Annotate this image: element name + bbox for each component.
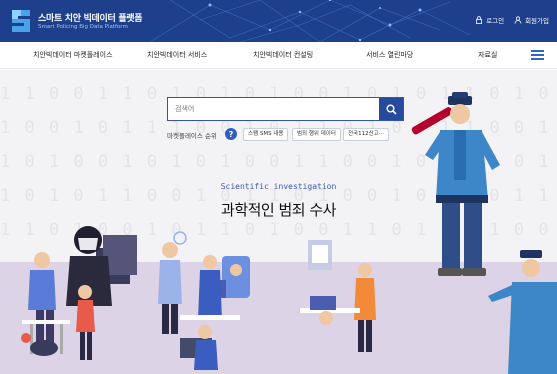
- hero-section: 1 1 0 0 1 1 0 1 0 1 0 1 0 0 1 0 1 0 1 1 …: [0, 70, 557, 374]
- nav-item-archive[interactable]: 자료실: [478, 50, 497, 60]
- ranking-chip[interactable]: 스팸 SMS 내용: [243, 128, 289, 141]
- nav-item-consulting[interactable]: 치안빅데이터 컨설팅: [253, 50, 313, 60]
- nav-item-open-forum[interactable]: 서비스 열린마당: [366, 50, 413, 60]
- login-link[interactable]: 로그인: [475, 15, 504, 25]
- search-button[interactable]: [379, 98, 403, 120]
- search-icon: [386, 104, 397, 115]
- platform-subtitle: Smart Policing Big Data Platform: [38, 24, 128, 30]
- header-actions: 로그인 회원가입: [475, 15, 549, 25]
- investigator-illustration-center: [180, 255, 250, 320]
- search-bar: [167, 97, 404, 121]
- ranking-chip[interactable]: 범죄 행위 데이터: [292, 128, 341, 141]
- hero-korean-title: 과학적인 범죄 수사: [221, 201, 336, 219]
- hero-english-title: Scientific investigation: [220, 182, 337, 191]
- main-navigation: 치안빅데이터 마켓플레이스 치안빅데이터 서비스 치안빅데이터 컨설팅 서비스 …: [0, 42, 557, 69]
- lock-icon: [476, 16, 483, 24]
- marketplace-ranking-label: 마켓플레이스 순위: [167, 132, 217, 140]
- hamburger-menu-icon[interactable]: [531, 50, 544, 60]
- logo-s-icon[interactable]: [8, 8, 34, 34]
- signup-label: 회원가입: [525, 17, 549, 25]
- search-input[interactable]: [168, 98, 380, 120]
- help-icon[interactable]: ?: [225, 128, 237, 140]
- signup-link[interactable]: 회원가입: [514, 15, 549, 25]
- laptop-person-illustration: [180, 325, 218, 370]
- ranking-chip[interactable]: 전국112신고···: [343, 128, 389, 141]
- user-icon: [514, 16, 522, 24]
- nav-item-marketplace[interactable]: 치안빅데이터 마켓플레이스: [33, 50, 113, 60]
- detectives-illustration-right: [300, 240, 376, 352]
- second-officer-illustration: [488, 250, 557, 374]
- login-label: 로그인: [486, 17, 505, 25]
- nav-item-services[interactable]: 치안빅데이터 서비스: [147, 50, 207, 60]
- hacker-illustration: [66, 226, 137, 306]
- platform-title[interactable]: 스마트 치안 빅데이터 플랫폼: [38, 11, 143, 24]
- top-header: 스마트 치안 빅데이터 플랫폼 Smart Policing Big Data …: [0, 0, 557, 42]
